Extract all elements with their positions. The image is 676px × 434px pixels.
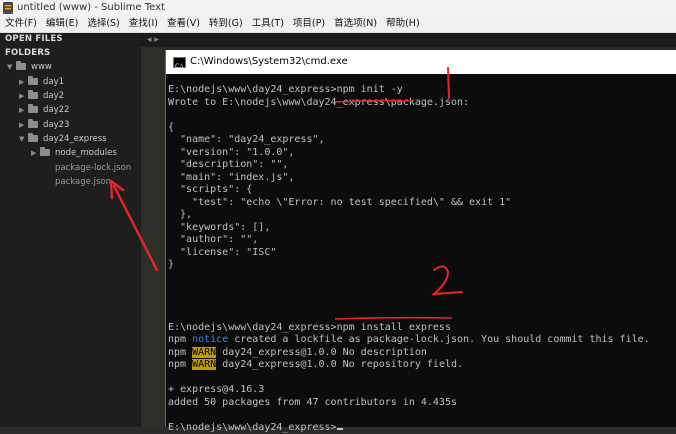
annotation-layer: 1 2 (0, 0, 676, 427)
annotation-mark-2 (434, 266, 462, 294)
annotation-underline-1 (335, 101, 412, 102)
annotation-arrow (114, 186, 157, 270)
annotation-underline-2 (335, 318, 452, 319)
annotation-mark-1 (448, 68, 449, 98)
terminal-cursor (337, 428, 343, 430)
